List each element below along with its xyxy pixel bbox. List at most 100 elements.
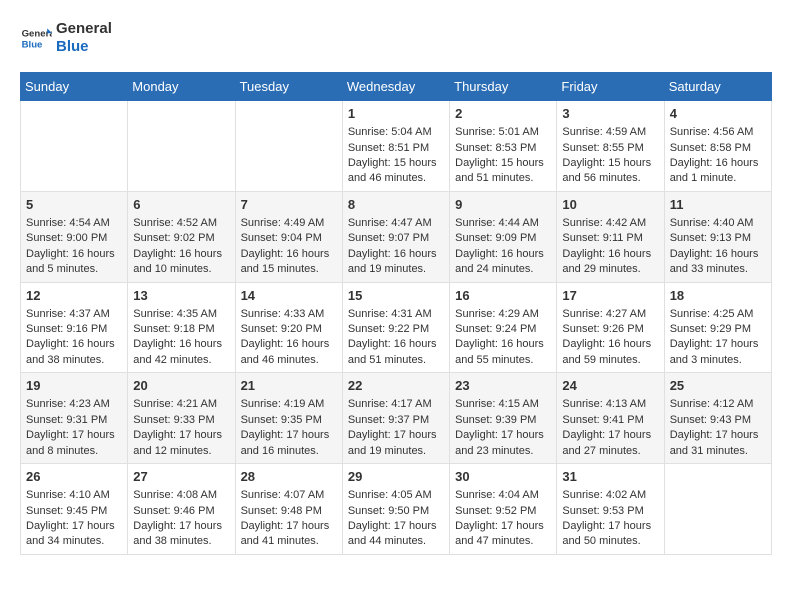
day-info-line: and 51 minutes. [348,353,444,368]
day-number: 3 [562,105,658,123]
day-number: 29 [348,468,444,486]
calendar-cell: 31Sunrise: 4:02 AMSunset: 9:53 PMDayligh… [557,464,664,555]
day-info-line: Daylight: 17 hours [455,428,551,443]
day-info-line: Daylight: 16 hours [562,337,658,352]
day-info-line: Daylight: 17 hours [562,428,658,443]
day-info-line: Daylight: 16 hours [455,337,551,352]
calendar-cell [128,101,235,192]
day-info-line: Sunset: 8:58 PM [670,141,766,156]
weekday-header-friday: Friday [557,73,664,101]
day-info-line: Sunrise: 4:05 AM [348,488,444,503]
day-info-line: Sunset: 9:24 PM [455,322,551,337]
logo-text-blue: Blue [56,38,112,56]
day-info-line: and 38 minutes. [133,534,229,549]
day-info-line: Sunset: 9:07 PM [348,231,444,246]
day-info-line: Sunrise: 4:21 AM [133,397,229,412]
calendar-cell: 4Sunrise: 4:56 AMSunset: 8:58 PMDaylight… [664,101,771,192]
day-info-line: Sunrise: 4:54 AM [26,216,122,231]
calendar-cell: 7Sunrise: 4:49 AMSunset: 9:04 PMDaylight… [235,191,342,282]
day-info-line: and 24 minutes. [455,262,551,277]
day-info-line: and 8 minutes. [26,444,122,459]
day-info-line: and 16 minutes. [241,444,337,459]
calendar-cell: 25Sunrise: 4:12 AMSunset: 9:43 PMDayligh… [664,373,771,464]
calendar-row-0: 1Sunrise: 5:04 AMSunset: 8:51 PMDaylight… [21,101,772,192]
day-info-line: Sunrise: 4:07 AM [241,488,337,503]
day-number: 26 [26,468,122,486]
calendar-cell: 11Sunrise: 4:40 AMSunset: 9:13 PMDayligh… [664,191,771,282]
day-info-line: and 42 minutes. [133,353,229,368]
day-info-line: Sunset: 9:41 PM [562,413,658,428]
day-info-line: Sunset: 9:26 PM [562,322,658,337]
day-info-line: Daylight: 17 hours [133,428,229,443]
day-info-line: and 46 minutes. [241,353,337,368]
day-number: 18 [670,287,766,305]
calendar-header-row: SundayMondayTuesdayWednesdayThursdayFrid… [21,73,772,101]
calendar-row-1: 5Sunrise: 4:54 AMSunset: 9:00 PMDaylight… [21,191,772,282]
day-info-line: Sunset: 9:16 PM [26,322,122,337]
day-info-line: Sunrise: 4:47 AM [348,216,444,231]
day-number: 10 [562,196,658,214]
day-info-line: Sunrise: 4:37 AM [26,307,122,322]
day-info-line: Sunrise: 4:31 AM [348,307,444,322]
day-info-line: Sunset: 9:52 PM [455,504,551,519]
day-number: 8 [348,196,444,214]
day-info-line: Sunset: 9:20 PM [241,322,337,337]
calendar-cell: 22Sunrise: 4:17 AMSunset: 9:37 PMDayligh… [342,373,449,464]
day-info-line: Sunrise: 4:27 AM [562,307,658,322]
calendar-cell [235,101,342,192]
day-number: 19 [26,377,122,395]
day-info-line: Sunrise: 4:15 AM [455,397,551,412]
day-info-line: and 51 minutes. [455,171,551,186]
day-number: 15 [348,287,444,305]
day-info-line: Sunrise: 4:17 AM [348,397,444,412]
calendar-cell: 12Sunrise: 4:37 AMSunset: 9:16 PMDayligh… [21,282,128,373]
calendar-cell: 17 Sunrise: 4:27 AMSunset: 9:26 PMDayligh… [557,282,664,373]
day-number: 12 [26,287,122,305]
day-info-line: Sunset: 8:53 PM [455,141,551,156]
day-info-line: Sunset: 9:39 PM [455,413,551,428]
day-info-line: Sunrise: 4:12 AM [670,397,766,412]
day-number: 9 [455,196,551,214]
day-number: 4 [670,105,766,123]
calendar-cell [664,464,771,555]
day-info-line: Sunset: 9:09 PM [455,231,551,246]
day-info-line: and 46 minutes. [348,171,444,186]
calendar-cell: 20Sunrise: 4:21 AMSunset: 9:33 PMDayligh… [128,373,235,464]
day-info-line: Sunrise: 4:29 AM [455,307,551,322]
calendar-cell: 8Sunrise: 4:47 AMSunset: 9:07 PMDaylight… [342,191,449,282]
day-info-line: and 10 minutes. [133,262,229,277]
weekday-header-thursday: Thursday [450,73,557,101]
day-number: 25 [670,377,766,395]
day-info-line: Daylight: 17 hours [455,519,551,534]
logo-text-general: General [56,20,112,38]
calendar-cell: 9Sunrise: 4:44 AMSunset: 9:09 PMDaylight… [450,191,557,282]
day-info-line: Daylight: 17 hours [241,519,337,534]
day-number: 13 [133,287,229,305]
calendar-cell: 19Sunrise: 4:23 AMSunset: 9:31 PMDayligh… [21,373,128,464]
day-info-line: Sunrise: 4:19 AM [241,397,337,412]
calendar-cell: 15Sunrise: 4:31 AMSunset: 9:22 PMDayligh… [342,282,449,373]
day-info-line: Sunset: 9:29 PM [670,322,766,337]
day-info-line: and 38 minutes. [26,353,122,368]
day-info-line: Sunrise: 4:44 AM [455,216,551,231]
day-number: 17 [562,287,658,305]
calendar-table: SundayMondayTuesdayWednesdayThursdayFrid… [20,72,772,555]
day-info-line: and 29 minutes. [562,262,658,277]
weekday-header-tuesday: Tuesday [235,73,342,101]
day-info-line: Sunset: 8:51 PM [348,141,444,156]
day-info-line: Daylight: 17 hours [26,428,122,443]
calendar-cell: 16Sunrise: 4:29 AMSunset: 9:24 PMDayligh… [450,282,557,373]
day-info-line: Sunrise: 4:40 AM [670,216,766,231]
day-info-line: Sunrise: 4:25 AM [670,307,766,322]
day-number: 2 [455,105,551,123]
calendar-cell [21,101,128,192]
day-info-line: Sunset: 9:04 PM [241,231,337,246]
calendar-cell: 30Sunrise: 4:04 AMSunset: 9:52 PMDayligh… [450,464,557,555]
page-header: General Blue General Blue [20,20,772,56]
day-info-line: Daylight: 16 hours [133,337,229,352]
day-info-line: Daylight: 16 hours [133,247,229,262]
calendar-cell: 26Sunrise: 4:10 AMSunset: 9:45 PMDayligh… [21,464,128,555]
day-info-line: Daylight: 17 hours [348,519,444,534]
day-info-line: Daylight: 17 hours [133,519,229,534]
day-info-line: Daylight: 17 hours [26,519,122,534]
